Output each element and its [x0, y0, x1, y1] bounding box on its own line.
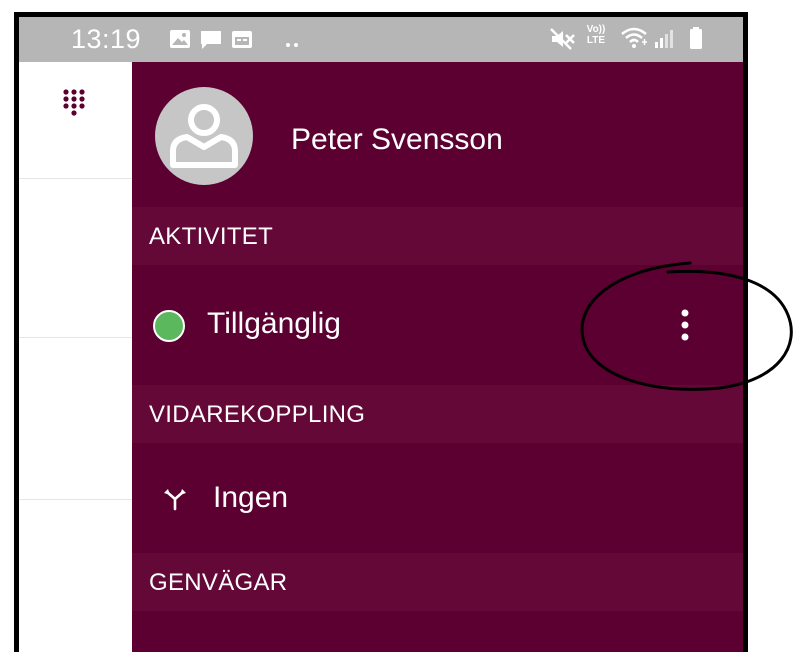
calendar-icon — [231, 29, 253, 54]
message-icon — [199, 29, 223, 56]
more-vert-icon — [681, 309, 689, 341]
user-placeholder-icon — [170, 104, 238, 168]
volte-icon: Vo)) LTE — [582, 24, 610, 46]
volte-label-top: Vo)) — [586, 24, 606, 35]
battery-icon — [689, 26, 703, 55]
section-title: VIDAREKOPPLING — [149, 401, 366, 428]
status-bar: 13:19 Vo)) LTE — [19, 17, 743, 62]
signal-icon — [653, 27, 679, 54]
profile-header: Peter Svensson — [132, 62, 743, 207]
section-header-forwarding: VIDAREKOPPLING — [132, 385, 743, 443]
section-header-activity: AKTIVITET — [132, 207, 743, 265]
list-divider — [19, 499, 134, 500]
navigation-drawer: Peter Svensson AKTIVITET Tillgänglig VID… — [132, 62, 743, 652]
image-icon — [169, 29, 191, 54]
status-time: 13:19 — [71, 24, 142, 54]
forwarding-value: Ingen — [213, 481, 289, 514]
list-divider — [19, 178, 134, 179]
status-label: Tillgänglig — [207, 307, 341, 340]
activity-status-row[interactable]: Tillgänglig — [132, 265, 743, 385]
section-title: AKTIVITET — [149, 223, 274, 250]
list-divider — [19, 337, 134, 338]
forwarding-row[interactable]: Ingen — [132, 443, 743, 553]
phone-screen: 13:19 Vo)) LTE Peter Svensson AKTIVITET … — [14, 12, 748, 652]
mute-icon — [549, 27, 577, 56]
avatar[interactable] — [155, 87, 253, 185]
wifi-icon — [620, 26, 650, 55]
status-indicator-dot — [153, 310, 185, 342]
user-name: Peter Svensson — [291, 123, 503, 156]
dialpad-icon[interactable] — [63, 89, 85, 124]
volte-label-bottom: LTE — [586, 35, 606, 46]
more-options-button[interactable] — [657, 297, 713, 353]
section-title: GENVÄGAR — [149, 569, 288, 596]
call-forward-icon — [162, 485, 188, 516]
background-app — [19, 62, 134, 652]
section-header-shortcuts: GENVÄGAR — [132, 553, 743, 611]
more-notifications-icon — [285, 35, 299, 53]
